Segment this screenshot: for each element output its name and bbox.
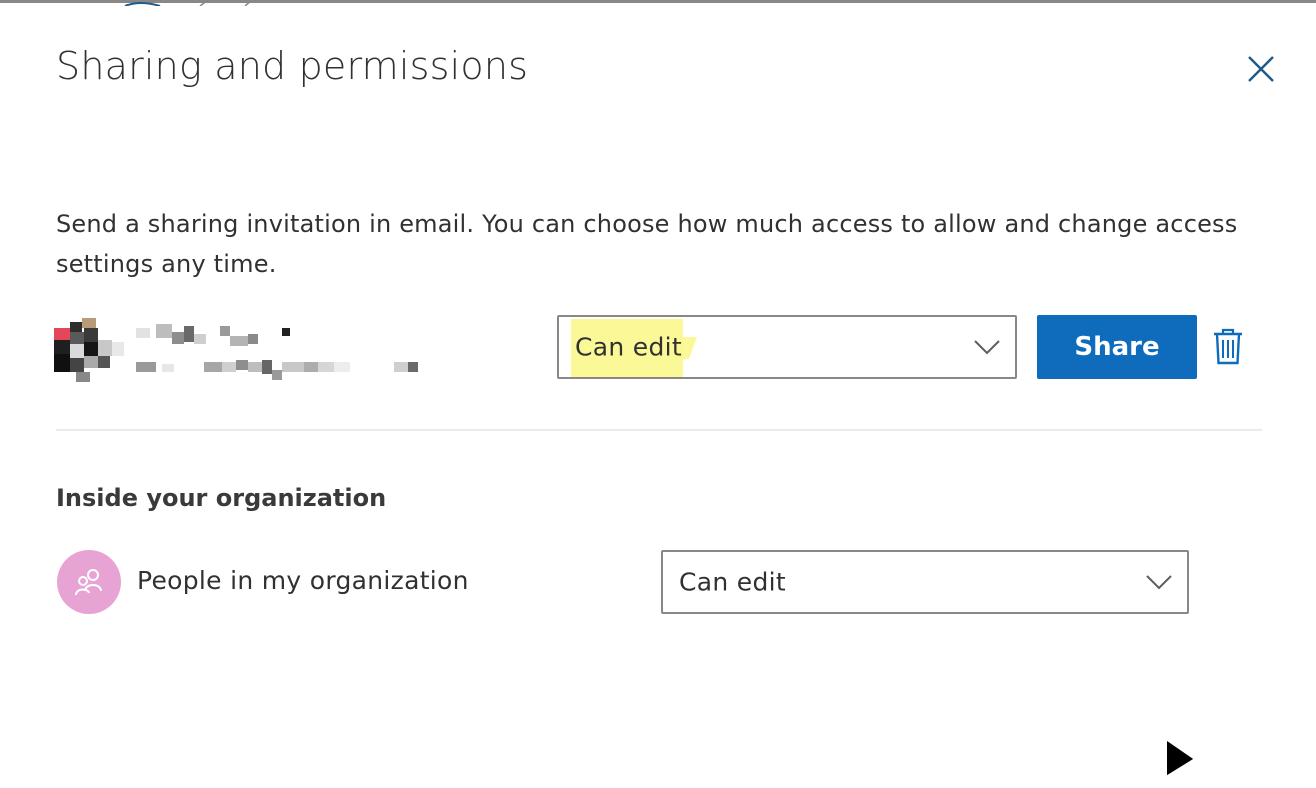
org-section-title: Inside your organization <box>56 484 387 512</box>
recipient-name-blurred <box>136 324 418 380</box>
invite-permission-dropdown[interactable]: Can edit <box>557 315 1017 379</box>
invite-permission-value: Can edit <box>575 332 682 362</box>
org-label: People in my organization <box>137 566 469 595</box>
org-permission-dropdown[interactable]: Can edit <box>661 550 1189 614</box>
chevron-down-icon <box>1146 575 1172 590</box>
org-avatar <box>57 550 121 614</box>
dialog-title: Sharing and permissions <box>56 44 529 88</box>
close-icon[interactable] <box>1240 48 1282 90</box>
recipient-avatar <box>54 318 124 382</box>
background-window-peek <box>124 0 253 6</box>
cursor-arrow-icon <box>1165 738 1196 778</box>
people-icon <box>75 569 102 596</box>
section-divider <box>56 429 1262 431</box>
org-permission-value: Can edit <box>679 567 786 597</box>
trash-icon[interactable] <box>1212 328 1244 366</box>
chevron-down-icon <box>974 340 1000 355</box>
share-button[interactable]: Share <box>1037 315 1197 379</box>
invite-description: Send a sharing invitation in email. You … <box>56 210 1238 278</box>
